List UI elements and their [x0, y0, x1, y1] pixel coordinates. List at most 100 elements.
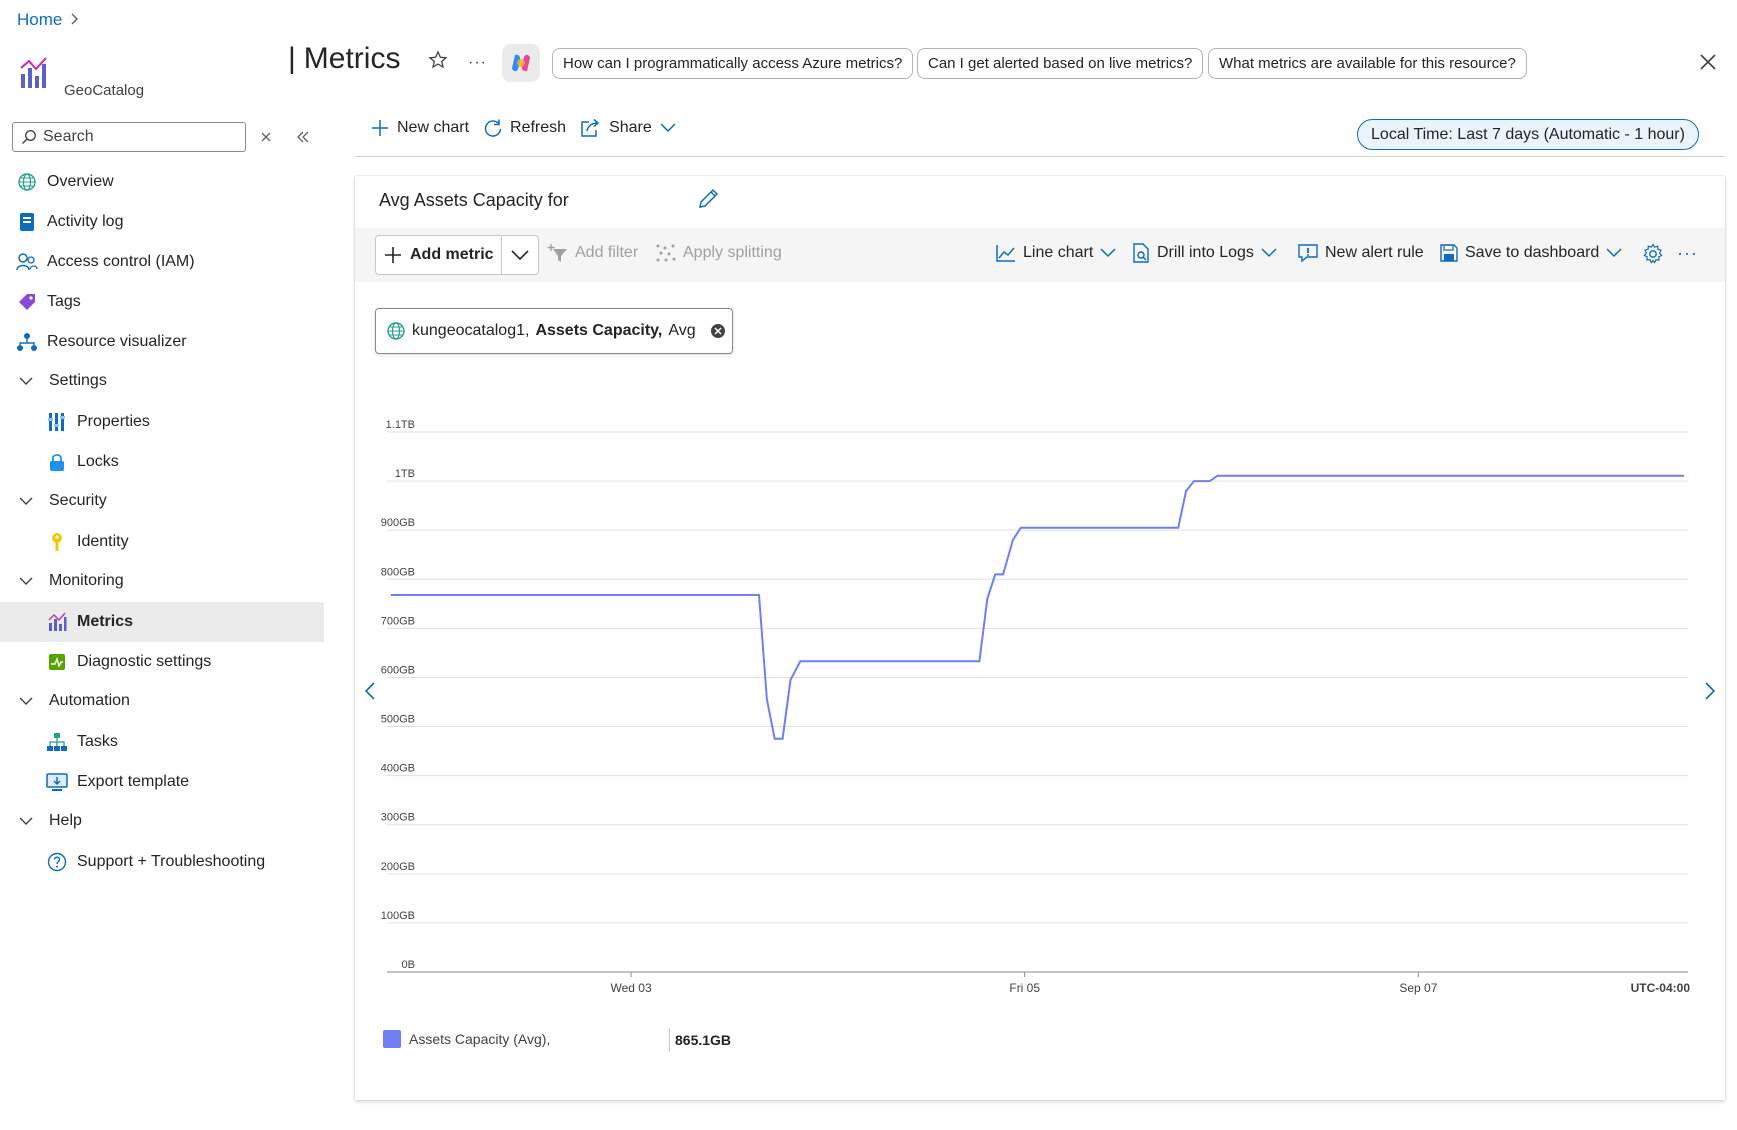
resource-header: GeoCatalog — [18, 56, 278, 106]
sidebar-item-label: Locks — [77, 453, 119, 470]
sidebar-item-overview[interactable]: Overview — [0, 162, 324, 202]
y-tick-label: 0B — [402, 959, 415, 971]
timezone-label: UTC-04:00 — [1631, 981, 1691, 995]
chevron-down-icon — [18, 496, 38, 506]
sidebar-group-label: Help — [49, 812, 82, 829]
people-icon — [16, 251, 38, 273]
plus-icon — [372, 120, 388, 136]
toolbar-divider — [355, 156, 1725, 157]
sidebar-item-label: Activity log — [47, 213, 124, 230]
sidebar-group-settings[interactable]: Settings — [0, 361, 324, 401]
sidebar-item-label: Overview — [47, 173, 114, 190]
new-chart-label: New chart — [397, 119, 470, 136]
lock-icon — [46, 451, 68, 473]
tag-icon — [16, 291, 38, 313]
star-icon[interactable] — [428, 50, 448, 76]
y-tick-label: 100GB — [381, 910, 415, 922]
sidebar-item-label: Identity — [77, 533, 129, 550]
sidebar-item-activity-log[interactable]: Activity log — [0, 202, 324, 242]
sidebar-item-export-template[interactable]: Export template — [0, 762, 324, 802]
globe-icon — [16, 171, 38, 193]
copilot-button[interactable] — [502, 44, 540, 82]
sidebar-item-label: Metrics — [77, 613, 134, 630]
y-tick-label: 900GB — [381, 517, 415, 529]
breadcrumb-home[interactable]: Home — [17, 10, 62, 30]
sidebar-item-identity[interactable]: Identity — [0, 522, 324, 562]
legend-divider — [669, 1028, 670, 1052]
close-icon[interactable] — [1696, 50, 1720, 74]
breadcrumb: Home — [17, 10, 79, 30]
y-tick-label: 700GB — [381, 615, 415, 627]
sidebar-item-diagnostic-settings[interactable]: Diagnostic settings — [0, 642, 324, 682]
sidebar-item-support[interactable]: Support + Troubleshooting — [0, 842, 324, 882]
sidebar-item-label: Diagnostic settings — [77, 653, 212, 670]
more-options-icon[interactable]: ··· — [468, 54, 487, 72]
sidebar-group-monitoring[interactable]: Monitoring — [0, 561, 324, 601]
sidebar-item-label: Tags — [47, 293, 81, 310]
series-line[interactable] — [390, 474, 1685, 740]
y-tick-label: 1TB — [395, 468, 415, 480]
copilot-prompt-1[interactable]: How can I programmatically access Azure … — [552, 48, 914, 79]
copilot-icon — [512, 54, 530, 72]
new-chart-button[interactable]: New chart — [370, 118, 469, 138]
share-icon — [581, 118, 600, 137]
sidebar-group-help[interactable]: Help — [0, 801, 324, 841]
line-chart: 0B 100GB 200GB 300GB 400GB 500GB 600GB 700GB 800… — [381, 419, 1691, 995]
chevron-left-icon[interactable] — [360, 676, 380, 706]
search-icon — [22, 130, 36, 144]
copilot-prompt-2[interactable]: Can I get alerted based on live metrics? — [917, 48, 1204, 79]
help-icon — [46, 851, 68, 873]
chevron-down-icon — [660, 123, 676, 133]
chart-card: Avg Assets Capacity for Add metric Add f… — [355, 176, 1725, 1100]
share-label: Share — [609, 119, 652, 136]
copilot-prompt-3[interactable]: What metrics are available for this reso… — [1208, 48, 1527, 79]
sidebar-item-properties[interactable]: Properties — [0, 402, 324, 442]
metrics-logo-icon — [20, 57, 47, 88]
sidebar-item-tasks[interactable]: Tasks — [0, 722, 324, 762]
export-template-icon — [46, 771, 68, 793]
chevron-right-icon — [70, 12, 79, 29]
sidebar-item-locks[interactable]: Locks — [0, 442, 324, 482]
sidebar-item-access-control[interactable]: Access control (IAM) — [0, 242, 324, 282]
sidebar-item-metrics[interactable]: Metrics — [0, 602, 324, 642]
sidebar-group-security[interactable]: Security — [0, 481, 324, 521]
legend-series-name: Assets Capacity (Avg), — [409, 1031, 551, 1047]
y-tick-label: 1.1TB — [386, 419, 415, 431]
clear-search-icon[interactable] — [255, 126, 277, 148]
sidebar-item-resource-visualizer[interactable]: Resource visualizer — [0, 322, 324, 362]
chevron-right-icon[interactable] — [1700, 676, 1720, 706]
page-title: | Metrics — [288, 42, 401, 75]
resource-subtitle: GeoCatalog — [64, 82, 145, 99]
key-icon — [46, 531, 68, 553]
metrics-icon — [46, 611, 68, 633]
y-tick-label: 600GB — [381, 664, 415, 676]
search-input[interactable] — [43, 128, 233, 146]
chevron-down-icon — [18, 816, 38, 826]
sidebar-item-label: Properties — [77, 413, 150, 430]
chevron-down-icon — [18, 576, 38, 586]
sidebar-item-tags[interactable]: Tags — [0, 282, 324, 322]
sidebar-group-automation[interactable]: Automation — [0, 681, 324, 721]
chart-legend[interactable]: Assets Capacity (Avg), 865.1GB — [383, 1028, 731, 1052]
sidebar-item-label: Access control (IAM) — [47, 253, 195, 270]
sidebar-item-label: Tasks — [77, 733, 118, 750]
y-tick-label: 400GB — [381, 763, 415, 775]
x-tick-label: Fri 05 — [1009, 981, 1040, 995]
y-tick-label: 500GB — [381, 714, 415, 726]
chevron-down-icon — [18, 376, 38, 386]
diagnostic-settings-icon — [46, 651, 68, 673]
chevron-down-icon — [18, 696, 38, 706]
sidebar-search — [12, 122, 246, 152]
properties-icon — [46, 411, 68, 433]
command-bar: New chart Refresh Share — [370, 118, 677, 138]
refresh-button[interactable]: Refresh — [483, 118, 566, 138]
legend-swatch — [383, 1030, 401, 1048]
sidebar-item-label: Resource visualizer — [47, 333, 187, 350]
share-button[interactable]: Share — [580, 118, 677, 138]
sidebar-item-label: Export template — [77, 773, 190, 790]
time-range-picker[interactable]: Local Time: Last 7 days (Automatic - 1 h… — [1357, 119, 1699, 150]
activity-log-icon — [16, 211, 38, 233]
y-tick-label: 300GB — [381, 812, 415, 824]
collapse-sidebar-icon[interactable] — [292, 126, 314, 148]
refresh-label: Refresh — [510, 119, 567, 136]
